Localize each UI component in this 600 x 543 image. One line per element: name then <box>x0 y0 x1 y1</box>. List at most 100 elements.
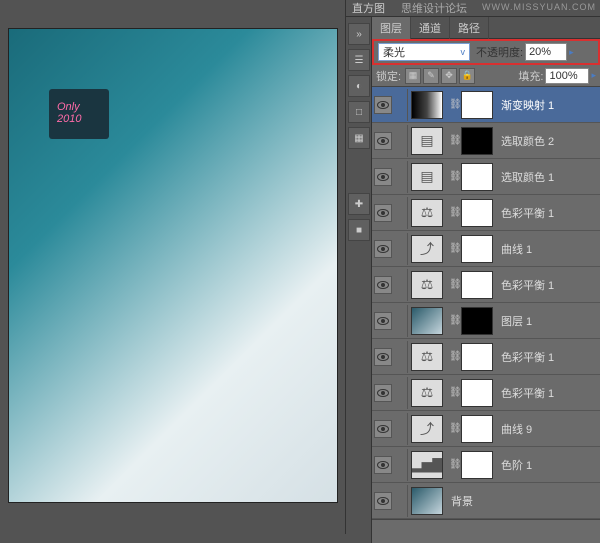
link-icon[interactable]: ⛓ <box>449 135 459 146</box>
tool-square-icon[interactable]: □ <box>348 101 370 123</box>
visibility-toggle[interactable] <box>374 240 392 258</box>
mask-thumb[interactable] <box>461 307 493 335</box>
visibility-toggle[interactable] <box>374 492 392 510</box>
layer-row[interactable]: ▂▅▇ ⛓ 色阶 1 <box>372 447 600 483</box>
visibility-toggle[interactable] <box>374 420 392 438</box>
visibility-toggle[interactable] <box>374 96 392 114</box>
layer-thumb[interactable]: ⚖ <box>411 343 443 371</box>
fill-input[interactable]: 100% <box>545 68 589 84</box>
tool-plus-icon[interactable]: ✚ <box>348 193 370 215</box>
link-col <box>394 485 408 517</box>
lock-paint-icon[interactable]: ✎ <box>423 68 439 84</box>
layer-row[interactable]: ▤ ⛓ 选取颜色 2 <box>372 123 600 159</box>
mask-thumb[interactable] <box>461 451 493 479</box>
layer-thumb[interactable]: ⤴ <box>411 415 443 443</box>
link-icon[interactable]: ⛓ <box>449 387 459 398</box>
visibility-toggle[interactable] <box>374 312 392 330</box>
layer-row[interactable]: ▤⛓选取颜色 1 <box>372 159 600 195</box>
layer-row[interactable]: ⛓图层 1 <box>372 303 600 339</box>
fill-slider-icon[interactable]: ▸ <box>591 70 596 81</box>
tab-forum[interactable]: 思维设计论坛 <box>401 0 467 16</box>
eye-icon <box>377 137 389 145</box>
layer-row[interactable]: ⚖⛓色彩平衡 1 <box>372 195 600 231</box>
tab-layers[interactable]: 图层 <box>372 17 411 39</box>
link-icon[interactable]: ⛓ <box>449 351 459 362</box>
mask-thumb[interactable] <box>461 271 493 299</box>
lock-label: 锁定: <box>376 68 401 84</box>
layers-bottom-toolbar[interactable] <box>372 519 600 543</box>
visibility-toggle[interactable] <box>374 168 392 186</box>
link-icon[interactable]: ⛓ <box>449 243 459 254</box>
blend-mode-select[interactable]: 柔光 v <box>378 43 470 61</box>
link-col <box>394 377 408 409</box>
panel-tab-bar: 图层 通道 路径 <box>372 17 600 39</box>
mask-thumb[interactable] <box>461 127 493 155</box>
link-col <box>394 161 408 193</box>
tab-histogram[interactable]: 直方图 <box>352 0 385 16</box>
layer-row[interactable]: ⚖ ⛓ 色彩平衡 1 <box>372 339 600 375</box>
opacity-input[interactable]: 20% <box>525 43 567 61</box>
header-tabs: 直方图 思维设计论坛 WWW.MISSYUAN.COM <box>346 0 600 17</box>
layer-row[interactable]: 背景 <box>372 483 600 519</box>
mask-thumb[interactable] <box>461 415 493 443</box>
layer-thumb[interactable]: ▤ <box>411 127 443 155</box>
layer-thumb[interactable]: ⚖ <box>411 379 443 407</box>
link-col <box>394 233 408 265</box>
tool-circle-icon[interactable]: ◐ <box>348 75 370 97</box>
tool-grid-icon[interactable]: ▦ <box>348 127 370 149</box>
visibility-toggle[interactable] <box>374 204 392 222</box>
opacity-slider-icon[interactable]: ▸ <box>569 47 574 58</box>
visibility-toggle[interactable] <box>374 132 392 150</box>
layer-thumb[interactable] <box>411 487 443 515</box>
lock-position-icon[interactable]: ✥ <box>441 68 457 84</box>
visibility-toggle[interactable] <box>374 348 392 366</box>
tab-paths[interactable]: 路径 <box>450 17 489 39</box>
link-col <box>394 89 408 121</box>
tool-expand-icon[interactable]: » <box>348 23 370 45</box>
layer-row[interactable]: ⚖⛓色彩平衡 1 <box>372 267 600 303</box>
visibility-toggle[interactable] <box>374 456 392 474</box>
link-icon[interactable]: ⛓ <box>449 99 459 110</box>
eye-icon <box>377 425 389 433</box>
link-col <box>394 125 408 157</box>
layer-thumb[interactable]: ⚖ <box>411 199 443 227</box>
lock-transparent-icon[interactable]: ▦ <box>405 68 421 84</box>
tool-menu-icon[interactable]: ☰ <box>348 49 370 71</box>
visibility-toggle[interactable] <box>374 276 392 294</box>
blend-mode-value: 柔光 <box>383 44 405 60</box>
link-icon[interactable]: ⛓ <box>449 279 459 290</box>
mask-thumb[interactable] <box>461 235 493 263</box>
opacity-label: 不透明度: <box>476 44 523 60</box>
link-icon[interactable]: ⛓ <box>449 171 459 182</box>
panels: 直方图 思维设计论坛 WWW.MISSYUAN.COM » ☰ ◐ □ ▦ ✚ … <box>345 0 600 534</box>
layer-thumb[interactable]: ▂▅▇ <box>411 451 443 479</box>
layer-name: 选取颜色 2 <box>501 133 554 149</box>
tab-channels[interactable]: 通道 <box>411 17 450 39</box>
tool-block-icon[interactable]: ■ <box>348 219 370 241</box>
layer-thumb[interactable] <box>411 307 443 335</box>
link-icon[interactable]: ⛓ <box>449 459 459 470</box>
lock-all-icon[interactable]: 🔒 <box>459 68 475 84</box>
layer-thumb[interactable]: ⤴ <box>411 235 443 263</box>
layer-name: 色彩平衡 1 <box>501 349 554 365</box>
mask-thumb[interactable] <box>461 343 493 371</box>
mask-thumb[interactable] <box>461 91 493 119</box>
link-icon[interactable]: ⛓ <box>449 207 459 218</box>
layer-thumb[interactable] <box>411 91 443 119</box>
mask-thumb[interactable] <box>461 199 493 227</box>
layer-row[interactable]: ⚖⛓色彩平衡 1 <box>372 375 600 411</box>
layer-row[interactable]: ⤴⛓曲线 1 <box>372 231 600 267</box>
layer-row[interactable]: ⤴⛓曲线 9 <box>372 411 600 447</box>
layers-list: ⛓渐变映射 1▤⛓选取颜色 2▤⛓选取颜色 1⚖⛓色彩平衡 1⤴⛓曲线 1⚖⛓色… <box>372 87 600 519</box>
link-icon[interactable]: ⛓ <box>449 315 459 326</box>
mask-thumb[interactable] <box>461 379 493 407</box>
layer-thumb[interactable]: ▤ <box>411 163 443 191</box>
mask-thumb[interactable] <box>461 163 493 191</box>
layer-thumb[interactable]: ⚖ <box>411 271 443 299</box>
visibility-toggle[interactable] <box>374 384 392 402</box>
document-photo[interactable] <box>8 28 338 503</box>
layer-row[interactable]: ⛓渐变映射 1 <box>372 87 600 123</box>
link-icon[interactable]: ⛓ <box>449 423 459 434</box>
layer-name: 背景 <box>451 493 473 509</box>
layer-name: 色阶 1 <box>501 457 532 473</box>
